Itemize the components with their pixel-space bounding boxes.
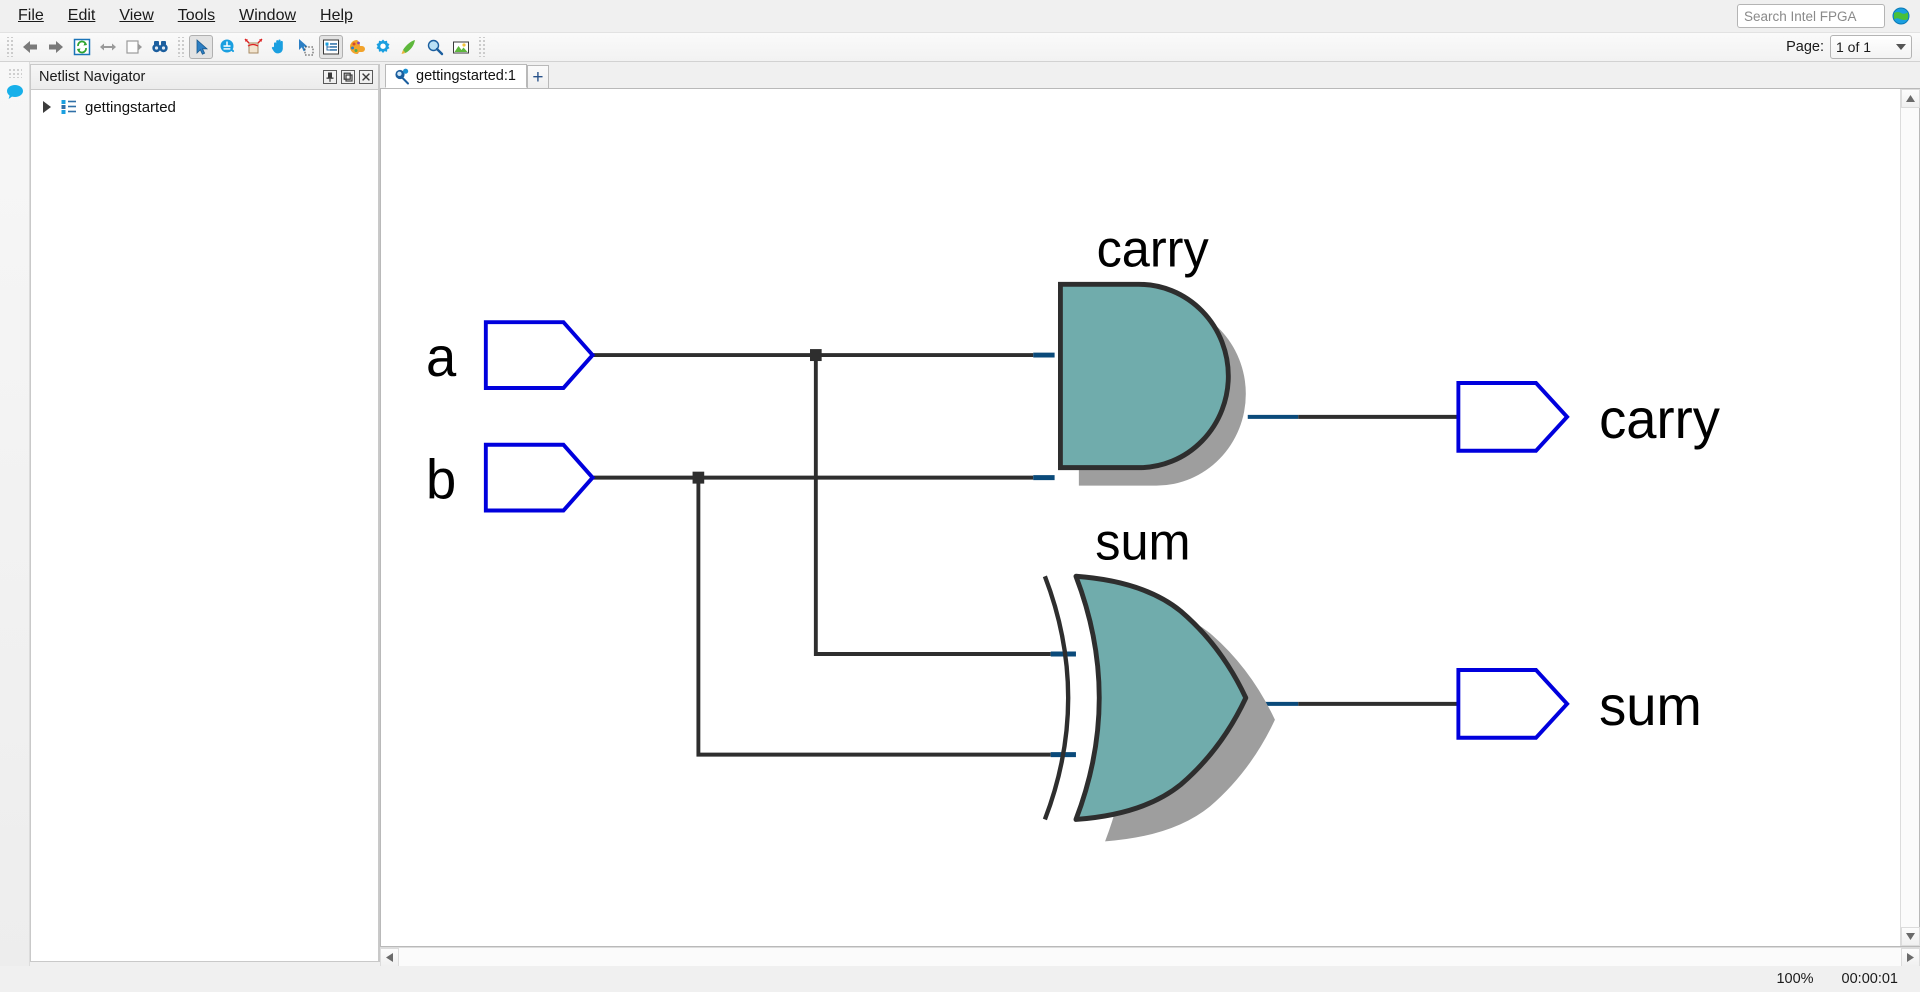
back-icon[interactable] <box>18 35 42 59</box>
menu-edit-label: Edit <box>67 7 96 24</box>
gate-carry-label: carry <box>1097 220 1210 278</box>
netlist-navigator-icon[interactable] <box>319 35 343 59</box>
output-pin-sum[interactable] <box>1456 667 1570 740</box>
settings-gear-icon[interactable] <box>371 35 395 59</box>
float-dock-icon[interactable] <box>340 70 355 85</box>
rubber-band-zoom-icon[interactable] <box>241 35 265 59</box>
refresh-icon[interactable] <box>70 35 94 59</box>
message-balloon-icon[interactable] <box>4 82 26 104</box>
menu-help-label: Help <box>320 7 353 24</box>
tree-item-gettingstarted[interactable]: gettingstarted <box>31 95 378 119</box>
fit-horizontal-icon[interactable] <box>96 35 120 59</box>
zoom-tool-icon[interactable] <box>215 35 239 59</box>
schematic-canvas[interactable]: a b carry sum carry sum <box>381 89 1900 946</box>
netlist-navigator-panel: Netlist Navigator gettingstarted <box>30 64 380 962</box>
toolbar-grip-3[interactable] <box>477 37 486 57</box>
page-selector-area: Page: 1 of 1 <box>1786 35 1912 59</box>
fit-page-icon[interactable] <box>122 35 146 59</box>
menu-tools[interactable]: Tools <box>166 4 227 28</box>
netlist-navigator-tree: gettingstarted <box>30 89 379 962</box>
add-tab-label: + <box>532 66 544 88</box>
select-tool-icon[interactable] <box>189 35 213 59</box>
menu-view[interactable]: View <box>107 4 165 28</box>
toolbar-grip-1[interactable] <box>5 37 14 57</box>
main-body: Netlist Navigator gettingstarted getting… <box>0 62 1920 967</box>
input-pin-b[interactable] <box>483 442 596 513</box>
chevron-down-icon <box>1896 44 1906 50</box>
menu-help[interactable]: Help <box>308 4 365 28</box>
tab-label: gettingstarted:1 <box>416 68 516 84</box>
horizontal-scrollbar[interactable] <box>380 947 1920 967</box>
scroll-right-icon[interactable] <box>1901 947 1920 967</box>
add-tab-button[interactable]: + <box>526 65 549 88</box>
forward-icon[interactable] <box>44 35 68 59</box>
close-dock-icon[interactable] <box>358 70 373 85</box>
output-pin-sum-label: sum <box>1599 674 1702 737</box>
schematic-canvas-wrap: a b carry sum carry sum <box>380 88 1920 947</box>
menu-edit[interactable]: Edit <box>56 4 108 28</box>
page-combo[interactable]: 1 of 1 <box>1830 35 1912 59</box>
scroll-left-icon[interactable] <box>380 947 399 967</box>
output-pin-carry-label: carry <box>1599 387 1720 450</box>
schematic-icon <box>395 68 409 84</box>
application-window: File Edit View Tools Window Help Search … <box>0 0 1920 992</box>
pin-dock-icon[interactable] <box>322 70 337 85</box>
input-pin-b-label: b <box>426 448 456 511</box>
locate-icon[interactable] <box>423 35 447 59</box>
menu-window[interactable]: Window <box>227 4 308 28</box>
netlist-navigator-titlebar: Netlist Navigator <box>30 64 379 89</box>
output-pin-carry[interactable] <box>1456 380 1570 453</box>
junction-b <box>692 471 705 484</box>
search-input[interactable] <box>1737 4 1885 28</box>
editor-area: gettingstarted:1 + a b carry sum carry s… <box>380 62 1920 967</box>
menu-bar: File Edit View Tools Window Help <box>0 0 1920 32</box>
gate-sum-label: sum <box>1095 513 1190 571</box>
elapsed-time: 00:00:01 <box>1841 971 1898 987</box>
wire-a-branch <box>813 355 1076 657</box>
page-label: Page: <box>1786 39 1824 55</box>
color-palette-icon[interactable] <box>345 35 369 59</box>
area-select-icon[interactable] <box>293 35 317 59</box>
zoom-level: 100% <box>1776 971 1814 987</box>
page-combo-value: 1 of 1 <box>1836 39 1872 55</box>
gate-carry-and[interactable] <box>1057 281 1246 486</box>
find-icon[interactable] <box>148 35 172 59</box>
junction-a <box>810 349 822 362</box>
export-icon[interactable] <box>449 35 473 59</box>
hand-pan-icon[interactable] <box>267 35 291 59</box>
wire-b-branch <box>696 477 1076 758</box>
chevron-right-icon[interactable] <box>43 101 51 113</box>
menu-window-label: Window <box>239 7 297 24</box>
input-pin-a[interactable] <box>483 320 596 390</box>
menu-file[interactable]: File <box>6 4 56 28</box>
scroll-down-icon[interactable] <box>1900 927 1920 946</box>
left-tool-strip <box>0 62 30 966</box>
scroll-up-icon[interactable] <box>1900 89 1920 108</box>
toolbar: Page: 1 of 1 <box>0 32 1920 62</box>
probe-icon[interactable] <box>397 35 421 59</box>
netlist-navigator-title: Netlist Navigator <box>39 69 146 85</box>
tab-gettingstarted[interactable]: gettingstarted:1 <box>385 64 527 88</box>
schematic-svg: a b carry sum carry sum <box>426 220 1720 842</box>
left-strip-grip[interactable] <box>7 68 22 78</box>
gate-sum-xor[interactable] <box>1042 573 1275 842</box>
tab-strip: gettingstarted:1 + <box>380 62 1920 88</box>
menu-view-label: View <box>119 7 154 24</box>
status-bar: 100% 00:00:01 <box>0 966 1920 992</box>
globe-icon[interactable] <box>1892 7 1910 25</box>
hierarchy-icon <box>61 100 76 114</box>
menu-tools-label: Tools <box>177 7 216 24</box>
menu-file-label: File <box>18 7 44 24</box>
search-area <box>1737 4 1910 28</box>
input-pin-a-label: a <box>426 325 457 388</box>
vertical-scrollbar[interactable] <box>1900 89 1920 946</box>
tree-item-label: gettingstarted <box>85 98 176 116</box>
toolbar-grip-2[interactable] <box>176 37 185 57</box>
